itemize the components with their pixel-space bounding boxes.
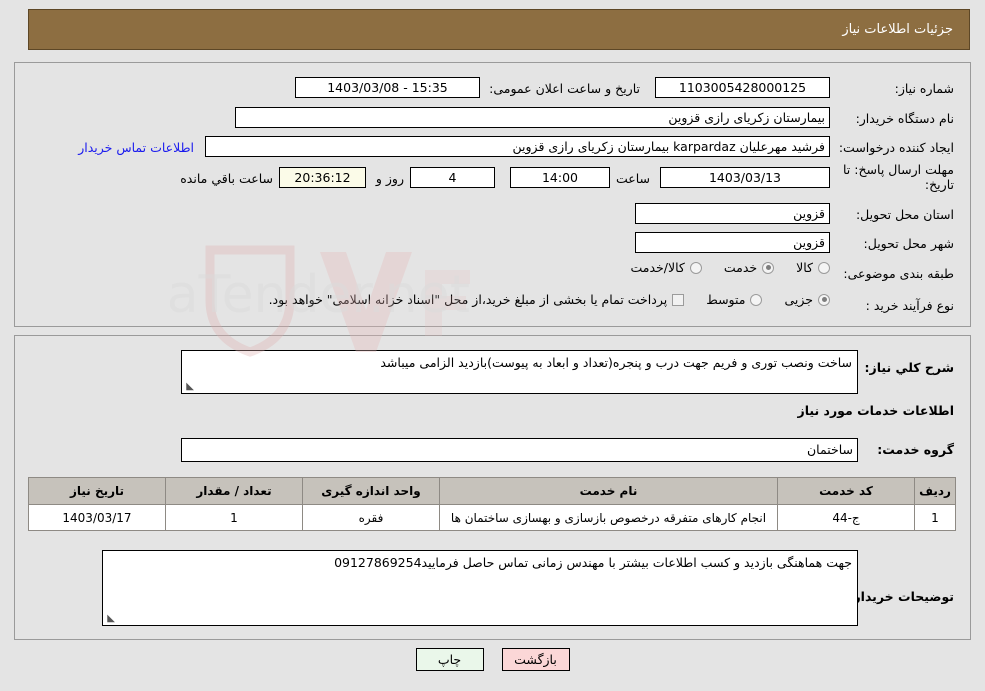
back-button[interactable]: بازگشت: [501, 648, 570, 671]
category-option-khedmat[interactable]: خدمت: [723, 260, 775, 275]
purchase-option-jozei[interactable]: جزیی: [784, 292, 830, 307]
treasury-bond-note: پرداخت تمام یا بخشی از مبلغ خرید،از محل …: [268, 292, 668, 307]
category-option-kala[interactable]: کالا: [796, 260, 830, 275]
category-radio-group: کالا خدمت کالا/خدمت: [608, 260, 830, 275]
deadline-hour-value: 14:00: [510, 167, 610, 188]
announce-datetime-label: تاریخ و ساعت اعلان عمومی:: [489, 81, 640, 96]
summary-panel: شماره نیاز: 1103005428000125 تاریخ و ساع…: [14, 62, 971, 327]
request-creator-label: ایجاد کننده درخواست:: [838, 140, 954, 155]
buyer-notes-label: توضیحات خریدار:: [848, 589, 954, 604]
action-button-bar: بازگشت چاپ: [0, 648, 985, 671]
delivery-province-value: قزوین: [635, 203, 830, 224]
col-header-unit: واحد اندازه گیری: [302, 477, 440, 505]
deadline-date-value: 1403/03/13: [660, 167, 830, 188]
category-label: طبقه بندی موضوعی:: [843, 266, 954, 281]
cell-service-code: ج-44: [777, 504, 915, 531]
cell-quantity: 1: [165, 504, 303, 531]
cell-service-name: انجام کارهای متفرقه درخصوص بازسازی و بهس…: [439, 504, 778, 531]
category-option-label: کالا: [796, 260, 813, 275]
resize-grip-icon[interactable]: ◣: [105, 614, 115, 624]
buyer-notes-value: جهت هماهنگی بازدید و کسب اطلاعات بیشتر ب…: [334, 555, 852, 570]
col-header-quantity: تعداد / مقدار: [165, 477, 303, 505]
cell-need-date: 1403/03/17: [28, 504, 166, 531]
purchase-process-label: نوع فرآیند خرید :: [865, 298, 954, 313]
general-description-value: ساخت ونصب توری و فریم جهت درب و پنجره(تع…: [380, 355, 852, 370]
radio-icon[interactable]: [689, 261, 702, 274]
service-group-label: گروه خدمت:: [877, 442, 954, 457]
buyer-contact-link[interactable]: اطلاعات تماس خریدار: [78, 140, 194, 155]
category-option-label: خدمت: [723, 260, 758, 275]
announce-datetime-value: 15:35 - 1403/03/08: [295, 77, 480, 98]
page-header: جزئیات اطلاعات نیاز: [28, 9, 970, 50]
details-panel: شرح کلي نیاز: ساخت ونصب توری و فریم جهت …: [14, 335, 971, 640]
col-header-service-code: کد خدمت: [777, 477, 915, 505]
resize-grip-icon[interactable]: ◣: [184, 382, 194, 392]
purchase-option-motevaset[interactable]: متوسط: [706, 292, 763, 307]
delivery-province-label: استان محل تحویل:: [855, 207, 954, 222]
col-header-service-name: نام خدمت: [439, 477, 778, 505]
purchase-option-label: متوسط: [706, 292, 746, 307]
radio-icon[interactable]: [818, 261, 830, 274]
request-creator-value: فرشید مهرعلیان karpardaz بیمارستان زکریا…: [205, 136, 830, 157]
countdown-timer-value: 20:36:12: [279, 167, 366, 188]
need-details-page: جزئیات اطلاعات نیاز شماره نیاز: 11030054…: [0, 0, 985, 691]
services-section-title: اطلاعات خدمات مورد نیاز: [797, 403, 955, 418]
page-title: جزئیات اطلاعات نیاز: [842, 22, 953, 37]
col-header-row-no: ردیف: [914, 477, 956, 505]
purchase-option-label: جزیی: [784, 292, 813, 307]
general-description-label: شرح کلي نیاز:: [864, 360, 954, 375]
category-option-label: کالا/خدمت: [630, 260, 685, 275]
deadline-label: مهلت ارسال پاسخ: تا تاریخ:: [843, 162, 954, 192]
deadline-days-label: روز و: [375, 171, 404, 186]
checkbox-icon[interactable]: [672, 293, 685, 306]
services-table: ردیف کد خدمت نام خدمت واحد اندازه گیری ت…: [28, 477, 956, 531]
service-group-value: ساختمان: [181, 438, 858, 462]
col-header-need-date: تاریخ نیاز: [28, 477, 166, 505]
deadline-days-value: 4: [410, 167, 495, 188]
deadline-hour-label: ساعت: [615, 171, 650, 186]
general-description-textarea[interactable]: ساخت ونصب توری و فریم جهت درب و پنجره(تع…: [181, 350, 858, 394]
buyer-org-label: نام دستگاه خریدار:: [855, 111, 954, 126]
need-number-value: 1103005428000125: [655, 77, 830, 98]
cell-unit: فقره: [302, 504, 440, 531]
category-option-kala-khedmat[interactable]: کالا/خدمت: [630, 260, 702, 275]
deadline-remaining-label: ساعت باقي مانده: [180, 171, 273, 186]
purchase-process-radio-group: جزیی متوسط پرداخت تمام یا بخشی از مبلغ خ…: [263, 292, 830, 307]
radio-icon[interactable]: [762, 261, 775, 274]
buyer-org-value: بیمارستان زکریای رازی قزوین: [235, 107, 830, 128]
radio-icon[interactable]: [818, 293, 830, 306]
delivery-city-value: قزوین: [635, 232, 830, 253]
print-button[interactable]: چاپ: [415, 648, 484, 671]
buyer-notes-textarea[interactable]: جهت هماهنگی بازدید و کسب اطلاعات بیشتر ب…: [102, 550, 858, 626]
table-header-row: ردیف کد خدمت نام خدمت واحد اندازه گیری ت…: [28, 477, 956, 505]
need-number-label: شماره نیاز:: [894, 81, 954, 96]
cell-row-no: 1: [914, 504, 956, 531]
table-row: 1 ج-44 انجام کارهای متفرقه درخصوص بازساز…: [28, 504, 956, 531]
radio-icon[interactable]: [750, 293, 763, 306]
delivery-city-label: شهر محل تحویل:: [863, 236, 954, 251]
treasury-bond-checkbox-item[interactable]: پرداخت تمام یا بخشی از مبلغ خرید،از محل …: [269, 292, 685, 307]
